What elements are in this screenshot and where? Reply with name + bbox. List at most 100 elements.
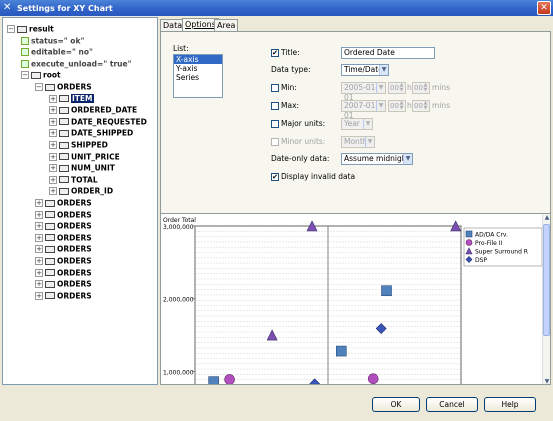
collapse-icon[interactable]: − xyxy=(7,25,15,33)
xml-element-icon xyxy=(45,245,55,253)
tree-label: ORDERS xyxy=(57,291,92,301)
max-hour-spinner: 00 ▲ ▼ xyxy=(388,100,406,112)
tree-label: ORDERS xyxy=(57,233,92,243)
tree-attribute[interactable]: execute_unload=" true" xyxy=(21,58,131,69)
close-button[interactable]: ✕ xyxy=(537,1,551,15)
tab-area[interactable]: Area xyxy=(214,19,239,31)
tree-node-num-unit[interactable]: + NUM_UNIT xyxy=(49,162,115,173)
major-units-checkbox[interactable] xyxy=(271,120,279,128)
tree-label: ORDERS xyxy=(57,198,92,208)
tree-node-unit-price[interactable]: + UNIT_PRICE xyxy=(49,151,120,162)
chart-vertical-scrollbar[interactable]: ▲ ▼ xyxy=(542,214,550,384)
minor-units-value: Month xyxy=(344,137,368,146)
tree-label: ORDERS xyxy=(57,256,92,266)
tree-attribute[interactable]: editable=" no" xyxy=(21,46,93,57)
tree-node-shipped[interactable]: + SHIPPED xyxy=(49,139,108,150)
xml-element-icon xyxy=(59,176,69,184)
expand-icon[interactable]: + xyxy=(49,175,57,184)
expand-icon[interactable]: + xyxy=(35,245,43,254)
xml-element-icon xyxy=(59,106,69,114)
tree-node-item[interactable]: + ITEM xyxy=(49,93,94,104)
tree-label: DATE_REQUESTED xyxy=(71,117,147,127)
min-checkbox[interactable] xyxy=(271,84,279,92)
tree-node-orders[interactable]: + ORDERS xyxy=(35,278,92,289)
tree-root-result[interactable]: − result xyxy=(7,23,54,34)
data-point xyxy=(266,329,278,341)
tree-node-orders[interactable]: + ORDERS xyxy=(35,267,92,278)
expand-icon[interactable]: + xyxy=(35,268,43,277)
help-button[interactable]: Help xyxy=(484,397,536,412)
scroll-thumb[interactable] xyxy=(543,224,550,336)
xml-tree[interactable]: − result status=" ok" editable=" no" execute… xyxy=(2,17,158,385)
date-only-value: Assume midnight xyxy=(344,154,410,163)
scroll-up-icon[interactable]: ▲ xyxy=(543,214,550,222)
collapse-icon[interactable]: − xyxy=(21,71,29,80)
tree-node-date-shipped[interactable]: + DATE_SHIPPED xyxy=(49,127,133,138)
expand-icon[interactable]: + xyxy=(49,129,57,138)
tree-node-orders[interactable]: + ORDERS xyxy=(35,197,92,208)
tree-node-orders[interactable]: + ORDERS xyxy=(35,232,92,243)
tree-node-orders[interactable]: + ORDERS xyxy=(35,243,92,254)
max-label: Max: xyxy=(281,101,300,110)
expand-icon[interactable]: + xyxy=(49,187,57,196)
min-hour-spinner: 00 ▲ ▼ xyxy=(388,82,406,94)
tree-label: ORDERS xyxy=(57,82,92,92)
spinner-arrows-icon: ▲ ▼ xyxy=(399,82,404,93)
tree-node-orders[interactable]: + ORDERS xyxy=(35,209,92,220)
legend-entry: Super Surround R xyxy=(475,249,528,256)
max-checkbox[interactable] xyxy=(271,102,279,110)
chevron-down-icon: ▼ xyxy=(376,83,385,93)
expand-icon[interactable]: + xyxy=(35,233,43,242)
expand-icon[interactable]: + xyxy=(35,291,43,300)
app-icon: ✕ xyxy=(3,2,12,13)
ok-button[interactable]: OK xyxy=(372,397,420,412)
tree-node-orders[interactable]: − ORDERS xyxy=(35,81,92,92)
tree-attribute[interactable]: status=" ok" xyxy=(21,35,84,46)
xml-element-icon xyxy=(31,71,41,79)
tree-node-root[interactable]: − root xyxy=(21,69,61,80)
title-input[interactable]: Ordered Date xyxy=(341,47,435,59)
expand-icon[interactable]: + xyxy=(49,106,57,115)
expand-icon[interactable]: + xyxy=(49,164,57,173)
tree-node-orders[interactable]: + ORDERS xyxy=(35,290,92,301)
expand-icon[interactable]: + xyxy=(49,141,57,149)
settings-panel: Data Options Area List: X-axis Y-axis Se… xyxy=(160,17,551,385)
tree-node-orders[interactable]: + ORDERS xyxy=(35,220,92,231)
display-invalid-checkbox[interactable]: ✔ xyxy=(271,173,279,181)
tree-node-date-requested[interactable]: + DATE_REQUESTED xyxy=(49,116,147,127)
expand-icon[interactable]: + xyxy=(35,222,43,231)
collapse-icon[interactable]: − xyxy=(35,83,43,91)
tree-label: ORDERS xyxy=(57,279,92,289)
tree-label: ORDERED_DATE xyxy=(71,105,138,115)
scroll-down-icon[interactable]: ▼ xyxy=(543,378,550,384)
axis-listbox[interactable]: X-axis Y-axis Series xyxy=(173,54,223,98)
expand-icon[interactable]: + xyxy=(35,257,43,265)
tree-label: status=" ok" xyxy=(31,36,85,46)
tree-node-ordered-date[interactable]: + ORDERED_DATE xyxy=(49,104,137,115)
list-item-series[interactable]: Series xyxy=(174,73,222,82)
expand-icon[interactable]: + xyxy=(35,280,43,289)
expand-icon[interactable]: + xyxy=(49,117,57,126)
chart-preview-panel: Order Total 3,000,000 2,000,000 1,000,000 AD… xyxy=(160,213,551,385)
cancel-button[interactable]: Cancel xyxy=(426,397,478,412)
list-item-x-axis[interactable]: X-axis xyxy=(174,55,222,64)
expand-icon[interactable]: + xyxy=(35,210,43,219)
tree-node-orders[interactable]: + ORDERS xyxy=(35,255,92,266)
tree-node-total[interactable]: + TOTAL xyxy=(49,174,98,185)
tree-node-order-id[interactable]: + ORDER_ID xyxy=(49,185,113,196)
min-minute-spinner: 00 ▲ ▼ xyxy=(412,82,430,94)
spinner-arrows-icon: ▲ ▼ xyxy=(399,100,404,111)
data-type-select[interactable]: Time/Date ▼ xyxy=(341,64,389,76)
tree-label: TOTAL xyxy=(71,175,98,185)
xml-attribute-icon xyxy=(21,59,29,68)
expand-icon[interactable]: + xyxy=(49,94,57,103)
y-tick-label: 3,000,000 xyxy=(163,224,194,231)
expand-icon[interactable]: + xyxy=(35,199,43,207)
tree-label: execute_unload=" true" xyxy=(31,59,132,69)
title-checkbox[interactable]: ✔ xyxy=(271,49,279,57)
list-item-y-axis[interactable]: Y-axis xyxy=(174,64,222,73)
date-only-select[interactable]: Assume midnight ▼ xyxy=(341,153,413,165)
legend-marker xyxy=(465,239,473,246)
xml-element-icon xyxy=(59,95,69,103)
expand-icon[interactable]: + xyxy=(49,152,57,161)
